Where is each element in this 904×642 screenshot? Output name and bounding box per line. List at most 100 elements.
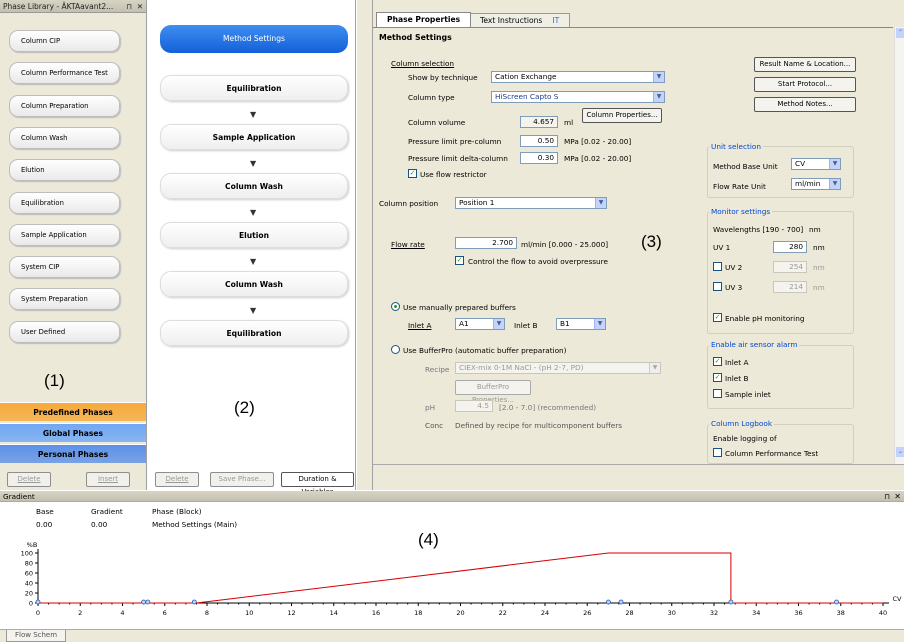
- phase-marker[interactable]: [618, 599, 624, 605]
- phase-item[interactable]: Column CIP: [9, 30, 120, 52]
- flow-restrictor-checkbox[interactable]: ✓: [408, 169, 417, 178]
- category-button[interactable]: Global Phases: [0, 423, 146, 442]
- result-name-button[interactable]: Result Name & Location...: [754, 57, 856, 72]
- method-step[interactable]: Column Wash: [160, 173, 348, 199]
- control-flow-checkbox[interactable]: ✓: [455, 256, 464, 265]
- start-protocol-button[interactable]: Start Protocol...: [754, 77, 856, 92]
- chevron-down-icon: ▼: [829, 179, 840, 189]
- category-button[interactable]: Predefined Phases: [0, 402, 146, 421]
- manual-buffers-label: Use manually prepared buffers: [403, 303, 516, 312]
- pin-icon[interactable]: ⊓: [884, 491, 890, 502]
- down-arrow-icon: ▼: [250, 110, 257, 119]
- enable-ph-checkbox[interactable]: ✓: [713, 313, 722, 322]
- uv-checkbox[interactable]: [713, 262, 722, 271]
- method-step[interactable]: Sample Application: [160, 124, 348, 150]
- y-tick-label: 40: [25, 580, 33, 588]
- phase-marker[interactable]: [605, 599, 611, 605]
- delete-phase-button[interactable]: Delete: [155, 472, 199, 487]
- uv-label: UV 1: [713, 243, 731, 252]
- insert-button[interactable]: Insert: [86, 472, 130, 487]
- gradient-line: [38, 552, 883, 604]
- x-tick-label: 36: [794, 609, 802, 617]
- phase-item[interactable]: System CIP: [9, 256, 120, 279]
- log-performance-checkbox[interactable]: [713, 448, 722, 457]
- method-settings-block[interactable]: Method Settings: [160, 25, 348, 53]
- x-tick-label: 8: [205, 609, 209, 617]
- phase-item[interactable]: Column Wash: [9, 126, 120, 149]
- duration-variables-button[interactable]: Duration & Variables: [281, 472, 354, 496]
- column-position-label: Column position: [379, 199, 439, 208]
- y-tick-label: 0: [29, 600, 33, 608]
- phase-marker[interactable]: [191, 599, 197, 605]
- vertical-scrollbar[interactable]: ⌃ ⌄: [894, 27, 904, 464]
- phase-marker[interactable]: [834, 599, 839, 605]
- bufferpro-properties-button[interactable]: BufferPro Properties...: [455, 380, 531, 404]
- phase-marker[interactable]: [145, 599, 151, 605]
- gradient-titlebar: Gradient ⊓ ✕: [0, 491, 904, 502]
- pressure-pre-label: Pressure limit pre-column: [408, 137, 502, 146]
- phase-marker[interactable]: [35, 599, 41, 605]
- technique-select[interactable]: Cation Exchange ▼: [491, 71, 665, 83]
- tab-text-instructions[interactable]: Text Instructions IT: [469, 13, 571, 27]
- pressure-delta-input[interactable]: 0.30: [520, 152, 558, 164]
- splitter[interactable]: [357, 0, 372, 490]
- phase-item[interactable]: Equilibration: [9, 191, 120, 214]
- air-sensor-label: Sample inlet: [725, 390, 771, 399]
- method-step[interactable]: Equilibration: [160, 75, 348, 101]
- method-step[interactable]: Equilibration: [160, 320, 348, 346]
- base-unit-select[interactable]: CV ▼: [791, 158, 841, 170]
- scroll-down-icon[interactable]: ⌄: [896, 447, 904, 457]
- column-properties-button[interactable]: Column Properties...: [582, 108, 662, 123]
- inlet-b-select[interactable]: B1 ▼: [556, 318, 606, 330]
- column-position-select[interactable]: Position 1 ▼: [455, 197, 607, 209]
- tab-flow-scheme[interactable]: Flow Schem: [6, 630, 67, 642]
- ph-input[interactable]: 4.5: [455, 400, 493, 412]
- x-tick-label: 20: [456, 609, 464, 617]
- base-unit-label: Method Base Unit: [713, 162, 778, 171]
- phase-item[interactable]: Sample Application: [9, 223, 120, 246]
- air-sensor-label: Inlet A: [725, 358, 749, 367]
- close-icon[interactable]: ✕: [137, 0, 143, 13]
- pin-icon[interactable]: ⊓: [126, 0, 132, 13]
- uv-label: UV 2: [725, 263, 743, 272]
- phase-marker[interactable]: [728, 599, 734, 605]
- uv-wavelength-input[interactable]: 254: [773, 261, 807, 273]
- method-notes-button[interactable]: Method Notes...: [754, 97, 856, 112]
- pressure-pre-input[interactable]: 0.50: [520, 135, 558, 147]
- phase-item[interactable]: Column Performance Test: [9, 62, 120, 85]
- phase-marker[interactable]: [141, 599, 147, 605]
- save-phase-button[interactable]: Save Phase...: [210, 472, 274, 487]
- method-step[interactable]: Column Wash: [160, 271, 348, 297]
- air-sensor-title: Enable air sensor alarm: [709, 340, 800, 349]
- phase-item[interactable]: Elution: [9, 159, 120, 182]
- bufferpro-radio[interactable]: [391, 345, 400, 354]
- recipe-select[interactable]: CIEX-mix 0-1M NaCl - (pH 2-7, PD) ▼: [455, 362, 661, 374]
- pressure-pre-range: MPa [0.02 - 20.00]: [564, 137, 632, 146]
- category-button[interactable]: Personal Phases: [0, 444, 146, 463]
- inlet-a-select[interactable]: A1 ▼: [455, 318, 505, 330]
- tab-phase-properties[interactable]: Phase Properties: [376, 12, 472, 27]
- phase-item[interactable]: User Defined: [9, 320, 120, 343]
- air-sensor-checkbox[interactable]: ✓: [713, 373, 722, 382]
- flow-unit-select[interactable]: ml/min ▼: [791, 178, 841, 190]
- scroll-up-icon[interactable]: ⌃: [896, 28, 904, 38]
- uv-unit: nm: [813, 243, 825, 252]
- uv-wavelength-input[interactable]: 280: [773, 241, 807, 253]
- delete-button[interactable]: Delete: [7, 472, 51, 487]
- chevron-down-icon: ▼: [649, 363, 660, 373]
- uv-wavelength-input[interactable]: 214: [773, 281, 807, 293]
- chevron-down-icon: ▼: [829, 159, 840, 169]
- gradient-chart[interactable]: %BCV0204060801000 2 4 6 8 10 12 14 16 18 20 22 24 26 2…: [0, 535, 904, 621]
- air-sensor-checkbox[interactable]: [713, 389, 722, 398]
- phase-item[interactable]: System Preparation: [9, 288, 120, 311]
- close-icon[interactable]: ✕: [894, 491, 901, 502]
- method-step[interactable]: Elution: [160, 222, 348, 248]
- phase-item[interactable]: Column Preparation: [9, 94, 120, 117]
- flow-rate-range: ml/min [0.000 - 25.000]: [521, 240, 609, 249]
- manual-buffers-radio[interactable]: [391, 302, 400, 311]
- flow-rate-input[interactable]: 2.700: [455, 237, 517, 249]
- y-tick-label: 20: [25, 590, 33, 598]
- column-type-select[interactable]: HiScreen Capto S ▼: [491, 91, 665, 103]
- air-sensor-checkbox[interactable]: ✓: [713, 357, 722, 366]
- uv-checkbox[interactable]: [713, 282, 722, 291]
